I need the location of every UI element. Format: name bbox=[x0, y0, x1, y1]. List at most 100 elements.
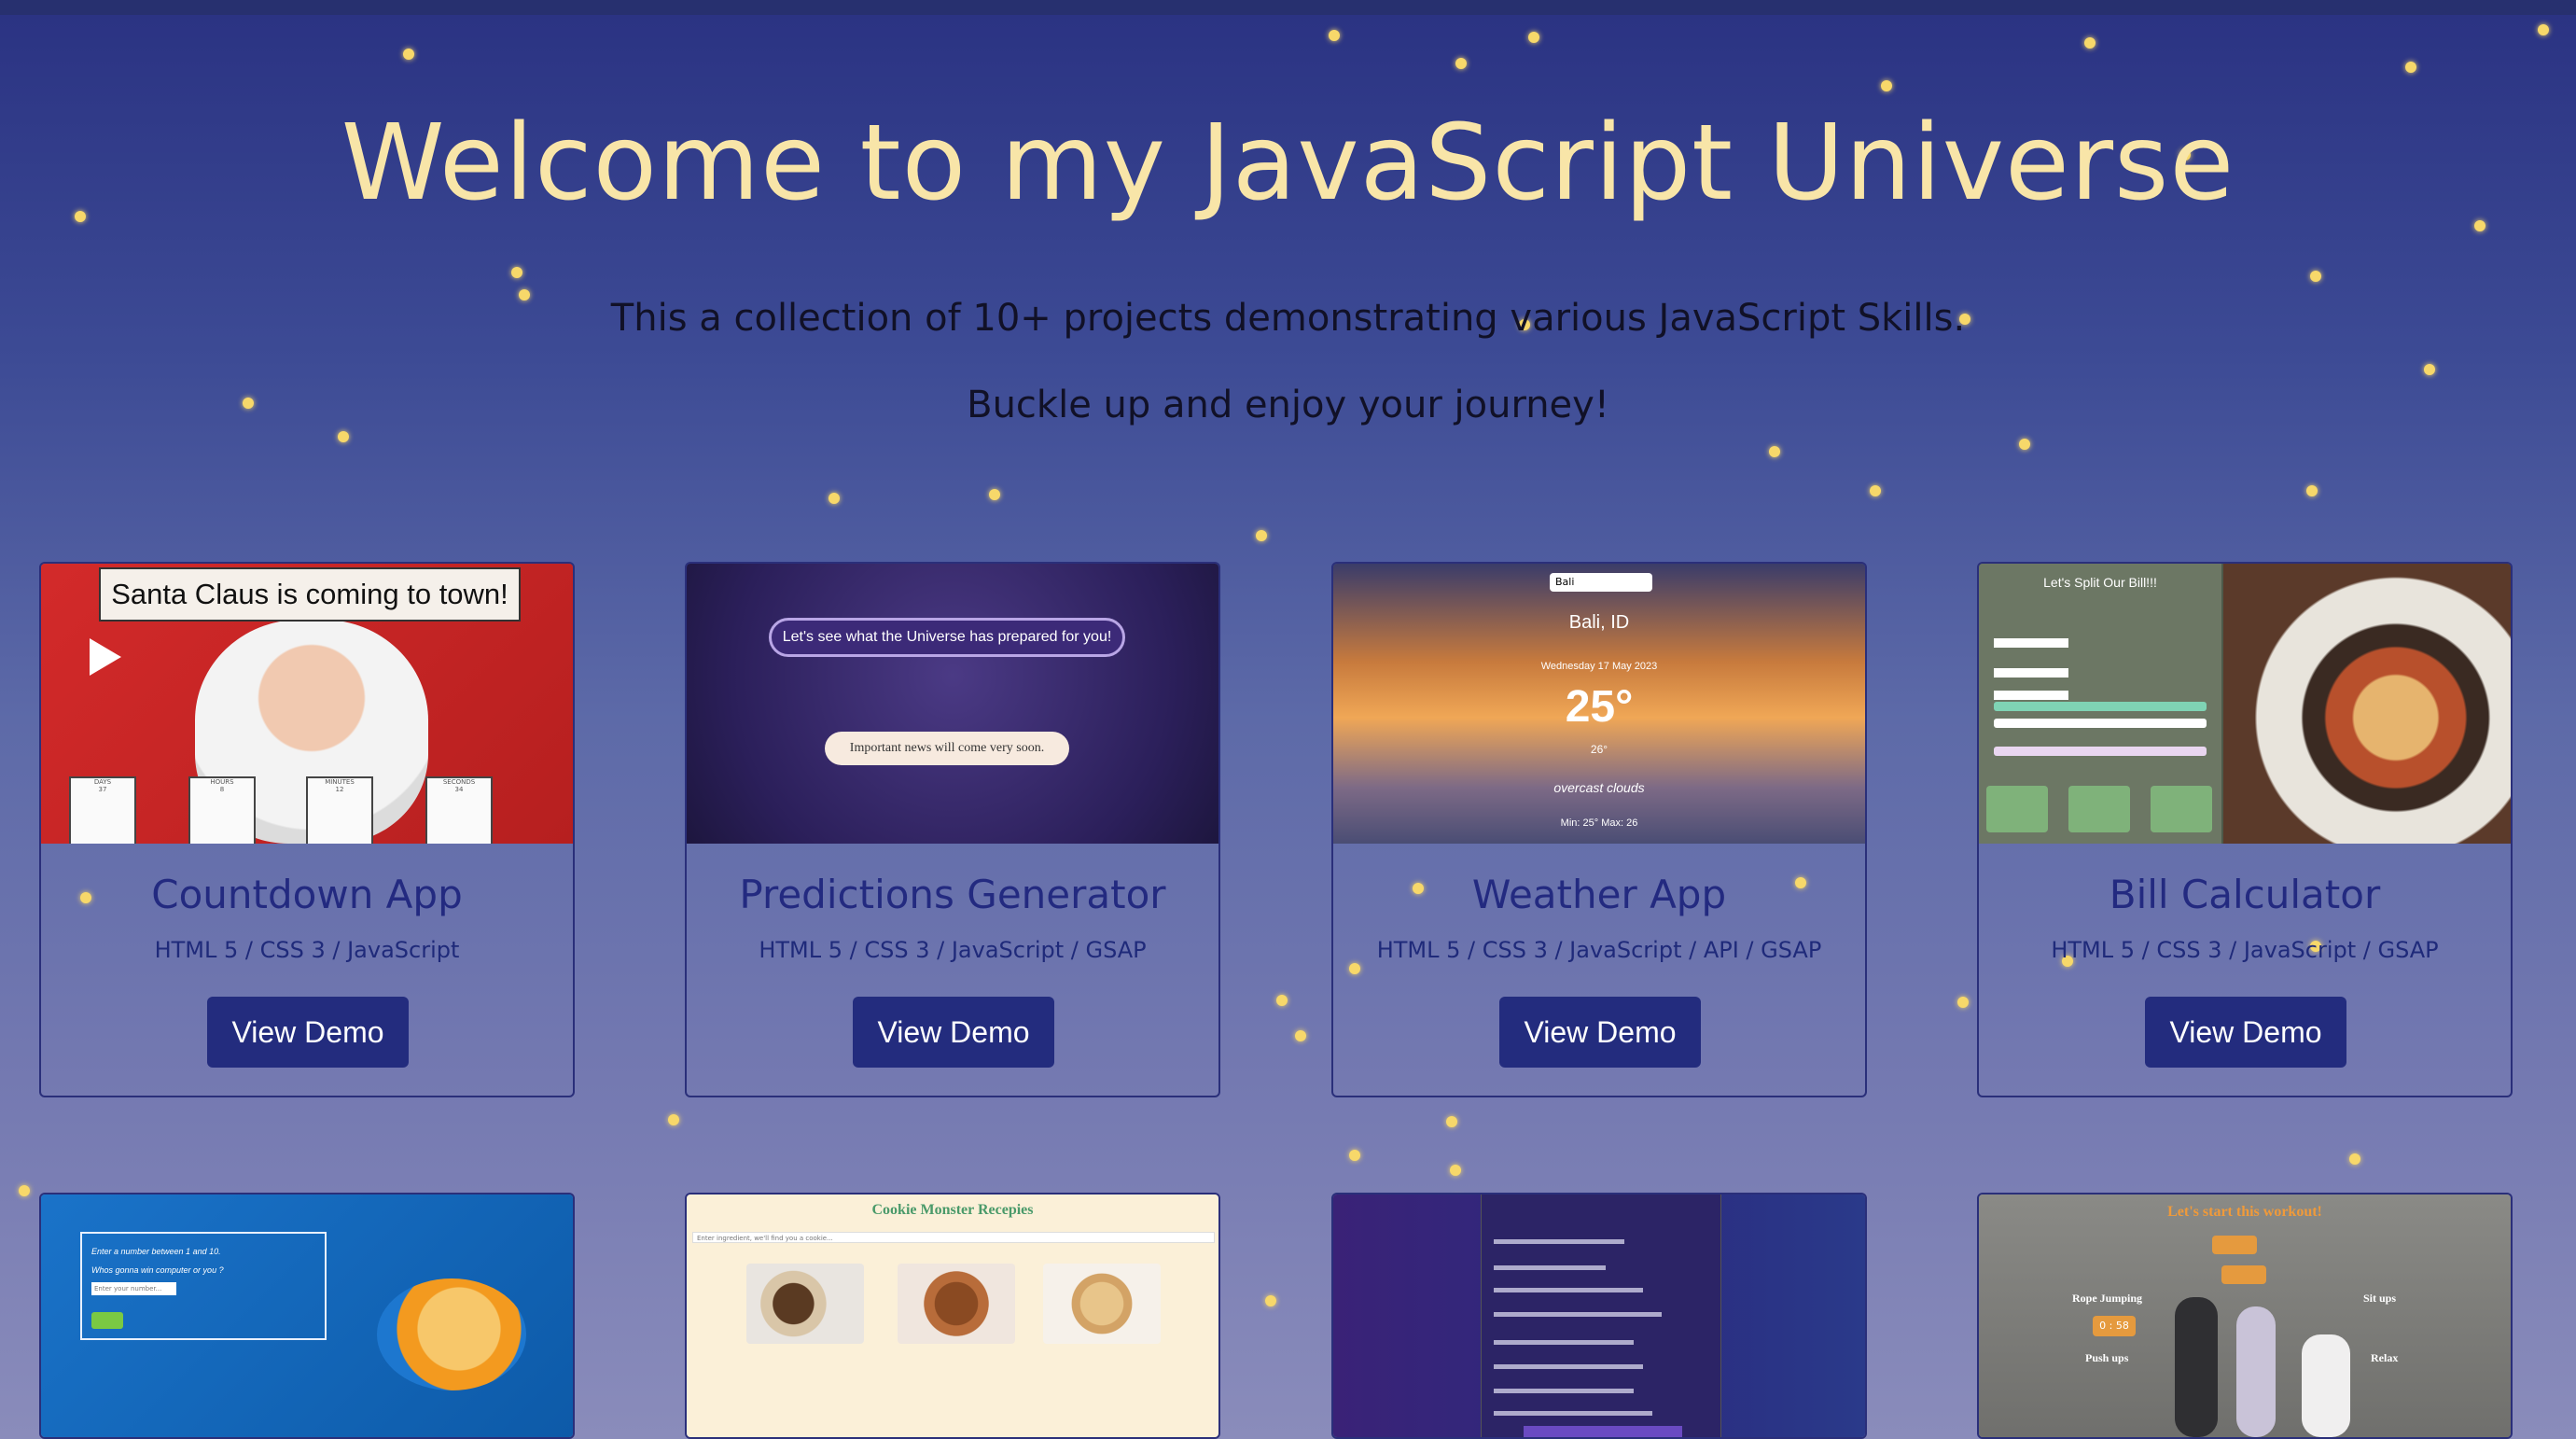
view-demo-button[interactable]: View Demo bbox=[853, 997, 1054, 1068]
preview-title: Let's Split Our Bill!!! bbox=[2043, 575, 2157, 590]
star-icon bbox=[1870, 485, 1881, 496]
quiz-panel bbox=[1481, 1195, 1721, 1437]
project-card-cookies: Cookie Monster Recepies Enter ingredient… bbox=[685, 1193, 1220, 1439]
people-value bbox=[1994, 691, 2068, 700]
quiz-line bbox=[1494, 1265, 1606, 1270]
preview-prompt: Let's see what the Universe has prepared… bbox=[769, 618, 1125, 657]
quiz-line bbox=[1494, 1389, 1634, 1393]
star-icon bbox=[2405, 62, 2416, 73]
star-icon bbox=[1881, 80, 1892, 91]
result-tile bbox=[1986, 786, 2048, 832]
project-card-bill: Let's Split Our Bill!!! Bill Calculator … bbox=[1977, 562, 2513, 1097]
view-demo-button[interactable]: View Demo bbox=[207, 997, 409, 1068]
project-card-weather: Bali Bali, ID Wednesday 17 May 2023 25° … bbox=[1331, 562, 1867, 1097]
star-icon bbox=[1265, 1295, 1276, 1306]
top-bar bbox=[0, 0, 2576, 15]
project-name: Bill Calculator bbox=[2109, 872, 2381, 917]
submit-button bbox=[91, 1312, 123, 1329]
project-preview[interactable]: Let's Split Our Bill!!! bbox=[1979, 564, 2511, 844]
play-icon bbox=[90, 638, 121, 676]
star-icon bbox=[338, 431, 349, 442]
calculator-panel: Let's Split Our Bill!!! bbox=[1979, 564, 2221, 844]
project-tech: HTML 5 / CSS 3 / JavaScript / GSAP bbox=[2051, 937, 2439, 963]
project-tech: HTML 5 / CSS 3 / JavaScript bbox=[154, 937, 460, 963]
project-preview[interactable]: Let's see what the Universe has prepared… bbox=[687, 564, 1218, 844]
star-icon bbox=[1446, 1116, 1457, 1127]
tip-select bbox=[1994, 719, 2207, 728]
star-icon bbox=[668, 1114, 679, 1125]
number-input: Enter your number... bbox=[91, 1282, 176, 1295]
star-icon bbox=[1295, 1030, 1306, 1041]
submit-bar bbox=[1524, 1426, 1682, 1437]
star-icon bbox=[511, 267, 522, 278]
person-image bbox=[2175, 1297, 2218, 1437]
star-icon bbox=[1276, 995, 1288, 1006]
music-button bbox=[2221, 1265, 2266, 1284]
project-card-number-game: Enter a number between 1 and 10. Whos go… bbox=[39, 1193, 575, 1439]
countdown-box: DAYS 37 bbox=[69, 776, 136, 844]
preview-description: overcast clouds bbox=[1553, 780, 1645, 795]
view-demo-button[interactable]: View Demo bbox=[1499, 997, 1701, 1068]
quiz-line bbox=[1494, 1340, 1634, 1345]
preview-minmax: Min: 25° Max: 26 bbox=[1560, 817, 1638, 829]
result-tile bbox=[2151, 786, 2212, 832]
quiz-line bbox=[1494, 1364, 1643, 1369]
project-preview[interactable]: Let's start this workout! Rope Jumping S… bbox=[1979, 1195, 2511, 1437]
star-icon bbox=[2306, 485, 2318, 496]
project-card-workout: Let's start this workout! Rope Jumping S… bbox=[1977, 1193, 2513, 1439]
calculate-bar bbox=[1994, 747, 2207, 756]
people-input bbox=[1994, 668, 2068, 678]
project-card-countdown: Santa Claus is coming to town! DAYS 37 HO… bbox=[39, 562, 575, 1097]
quiz-line bbox=[1494, 1288, 1643, 1292]
project-tech: HTML 5 / CSS 3 / JavaScript / API / GSAP bbox=[1376, 937, 1822, 963]
star-icon bbox=[1769, 446, 1780, 457]
quiz-line bbox=[1494, 1411, 1652, 1416]
star-icon bbox=[1349, 1150, 1360, 1161]
preview-title: Cookie Monster Recepies bbox=[871, 1202, 1034, 1218]
star-icon bbox=[2538, 24, 2549, 35]
person-image bbox=[2236, 1306, 2276, 1437]
project-preview[interactable]: Cookie Monster Recepies Enter ingredient… bbox=[687, 1195, 1218, 1437]
page-subtitle: This a collection of 10+ projects demons… bbox=[610, 297, 1966, 340]
preview-feels: 26° bbox=[1590, 743, 1608, 756]
guess-form: Enter a number between 1 and 10. Whos go… bbox=[80, 1232, 327, 1340]
view-demo-button[interactable]: View Demo bbox=[2145, 997, 2346, 1068]
star-icon bbox=[828, 493, 840, 504]
person-image bbox=[2302, 1334, 2350, 1437]
orange-image bbox=[377, 1278, 526, 1390]
quiz-line bbox=[1494, 1239, 1624, 1244]
timer-display: 0 : 58 bbox=[2093, 1316, 2136, 1336]
cookie-image bbox=[898, 1264, 1015, 1344]
project-card-predictions: Let's see what the Universe has prepared… bbox=[685, 562, 1220, 1097]
exercise-label: Push ups bbox=[2085, 1351, 2129, 1364]
ingredient-input: Enter ingredient, we'll find you a cooki… bbox=[692, 1232, 1215, 1243]
star-icon bbox=[2424, 364, 2435, 375]
preview-search: Bali bbox=[1550, 573, 1652, 592]
preview-line: Enter a number between 1 and 10. bbox=[91, 1247, 221, 1256]
star-icon bbox=[1528, 32, 1539, 43]
project-preview[interactable]: Bali Bali, ID Wednesday 17 May 2023 25° … bbox=[1333, 564, 1865, 844]
bill-input bbox=[1994, 638, 2068, 648]
star-icon bbox=[2084, 37, 2096, 49]
project-name: Predictions Generator bbox=[739, 872, 1166, 917]
star-icon bbox=[989, 489, 1000, 500]
project-preview[interactable]: Enter a number between 1 and 10. Whos go… bbox=[41, 1195, 573, 1437]
preview-temp: 25° bbox=[1565, 682, 1634, 732]
exercise-label: Sit ups bbox=[2363, 1292, 2397, 1305]
project-tech: HTML 5 / CSS 3 / JavaScript / GSAP bbox=[759, 937, 1147, 963]
star-icon bbox=[1450, 1165, 1461, 1176]
page-tagline: Buckle up and enjoy your journey! bbox=[967, 384, 1609, 426]
star-icon bbox=[1329, 30, 1340, 41]
countdown-box: MINUTES 12 bbox=[306, 776, 373, 844]
star-icon bbox=[2310, 271, 2321, 282]
project-name: Weather App bbox=[1471, 872, 1727, 917]
preview-line: Whos gonna win computer or you ? bbox=[91, 1265, 224, 1275]
pizza-image bbox=[2223, 564, 2511, 844]
start-button bbox=[2212, 1236, 2257, 1254]
preview-title: Let's start this workout! bbox=[2167, 1204, 2322, 1220]
quiz-line bbox=[1494, 1312, 1662, 1317]
project-preview[interactable] bbox=[1333, 1195, 1865, 1437]
star-icon bbox=[2349, 1153, 2360, 1165]
project-card-zodiac bbox=[1331, 1193, 1867, 1439]
project-preview[interactable]: Santa Claus is coming to town! DAYS 37 HO… bbox=[41, 564, 573, 844]
